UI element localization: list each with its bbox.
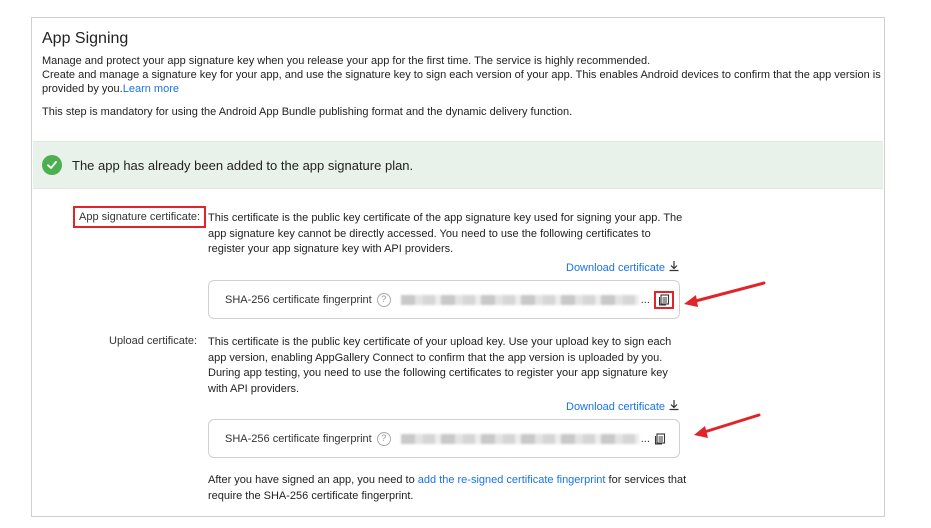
description-line-1: Manage and protect your app signature ke… <box>42 55 651 67</box>
check-circle-icon <box>42 155 62 175</box>
app-signature-label: App signature certificate: <box>73 206 207 228</box>
annotation-arrow-icon <box>694 413 761 438</box>
copy-icon[interactable] <box>654 432 666 445</box>
fingerprint-ellipsis: ... <box>640 432 650 445</box>
download-certificate-link-app-signature[interactable]: Download certificate <box>566 260 680 275</box>
app-signing-panel: App Signing Manage and protect your app … <box>31 17 885 517</box>
mandatory-note: This step is mandatory for using the And… <box>42 106 573 118</box>
fingerprint-label: SHA-256 certificate fingerprint <box>225 432 372 445</box>
footer-note: After you have signed an app, you need t… <box>208 473 688 504</box>
help-icon[interactable]: ? <box>376 431 391 446</box>
download-icon <box>668 399 680 414</box>
upload-certificate-description: This certificate is the public key certi… <box>208 336 672 395</box>
download-link-label[interactable]: Download certificate <box>566 262 665 274</box>
page-title: App Signing <box>42 30 129 47</box>
description: Manage and protect your app signature ke… <box>42 54 882 96</box>
success-banner: The app has already been added to the ap… <box>33 141 883 189</box>
fingerprint-value-redacted <box>400 294 639 305</box>
add-resigned-fingerprint-link[interactable]: add the re-signed certificate fingerprin… <box>418 474 606 486</box>
fingerprint-box-upload: SHA-256 certificate fingerprint ? ... <box>208 419 680 458</box>
app-signature-description: This certificate is the public key certi… <box>208 212 683 255</box>
help-icon[interactable]: ? <box>376 292 391 307</box>
fingerprint-box-app-signature: SHA-256 certificate fingerprint ? ... <box>208 280 680 319</box>
footer-prefix: After you have signed an app, you need t… <box>208 474 418 486</box>
copy-icon[interactable] <box>653 290 674 309</box>
fingerprint-label: SHA-256 certificate fingerprint <box>225 293 372 306</box>
fingerprint-ellipsis: ... <box>640 293 650 306</box>
download-certificate-link-upload[interactable]: Download certificate <box>566 399 680 414</box>
download-icon <box>668 260 680 275</box>
learn-more-link[interactable]: Learn more <box>123 83 179 95</box>
success-message: The app has already been added to the ap… <box>72 157 414 173</box>
header-section: App Signing Manage and protect your app … <box>42 28 882 119</box>
fingerprint-value-redacted <box>400 433 639 444</box>
annotation-arrow-icon <box>684 281 766 307</box>
upload-certificate-label: Upload certificate: <box>109 335 198 347</box>
download-link-label[interactable]: Download certificate <box>566 401 665 413</box>
